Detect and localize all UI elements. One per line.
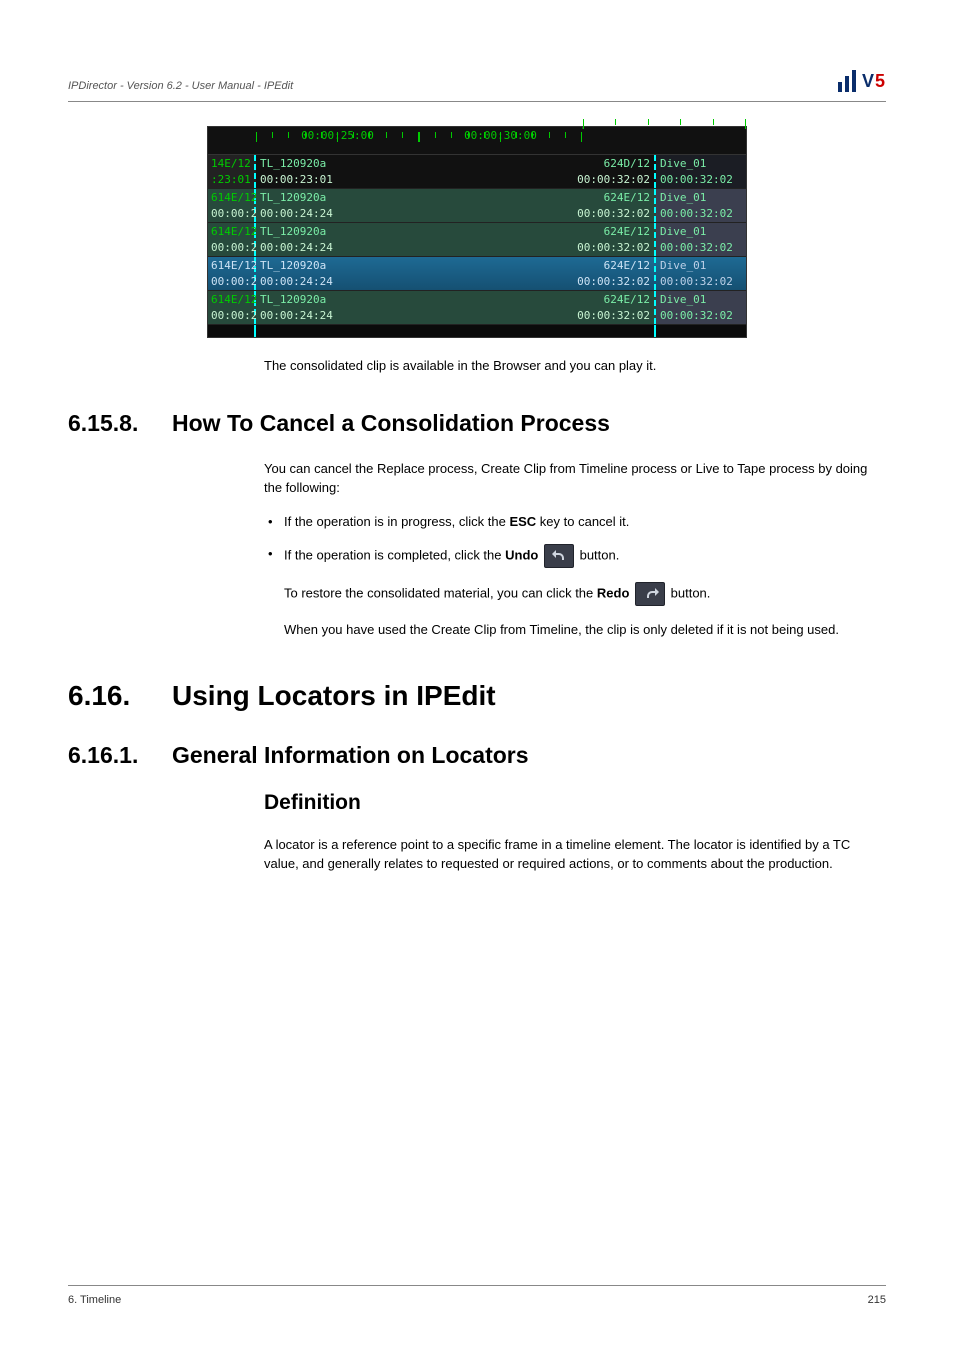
timeline-clip-row: 614E/1200:00:24:24TL_120920a624E/1200:00… bbox=[208, 223, 746, 257]
timeline-screenshot: 00:00:25:00 00:00:30:00 14E/12 :23:01 TL… bbox=[207, 126, 747, 338]
subheading-definition: Definition bbox=[264, 791, 886, 815]
redo-icon bbox=[635, 582, 665, 606]
heading-6-15-8: 6.15.8. How To Cancel a Consolidation Pr… bbox=[68, 410, 886, 437]
page-footer: 6. Timeline 215 bbox=[68, 1285, 886, 1306]
para-redo: To restore the consolidated material, yo… bbox=[284, 582, 886, 606]
timeline-ruler: 00:00:25:00 00:00:30:00 bbox=[208, 127, 746, 155]
page-header: IPDirector - Version 6.2 - User Manual -… bbox=[68, 76, 886, 102]
heading-6-16-1: 6.16.1. General Information on Locators bbox=[68, 742, 886, 769]
para-6-15-8-intro: You can cancel the Replace process, Crea… bbox=[264, 459, 886, 498]
figure-caption: The consolidated clip is available in th… bbox=[264, 356, 886, 376]
timeline-track-header: 14E/12 :23:01 TL_120920a624D/12 00:00:23… bbox=[208, 155, 746, 189]
evs-logo: V5 bbox=[838, 70, 886, 92]
timeline-clip-row: 614E/1200:00:24:24TL_120920a624E/1200:00… bbox=[208, 257, 746, 291]
undo-icon bbox=[544, 544, 574, 568]
heading-6-16: 6.16. Using Locators in IPEdit bbox=[68, 680, 886, 712]
bullet-esc: If the operation is in progress, click t… bbox=[264, 512, 886, 533]
footer-page-number: 215 bbox=[868, 1294, 886, 1306]
track-left-bot: :23:01 bbox=[211, 173, 251, 186]
timeline-clip-row: 614E/1200:00:24:24TL_120920a624E/1200:00… bbox=[208, 291, 746, 325]
header-text: IPDirector - Version 6.2 - User Manual -… bbox=[68, 80, 293, 92]
para-definition: A locator is a reference point to a spec… bbox=[264, 835, 886, 874]
timeline-empty-row bbox=[208, 325, 746, 337]
footer-left: 6. Timeline bbox=[68, 1294, 121, 1306]
timeline-clip-row: 614E/1200:00:24:24TL_120920a624E/1200:00… bbox=[208, 189, 746, 223]
track-left-top: 14E/12 bbox=[211, 157, 251, 170]
bullet-undo: If the operation is completed, click the… bbox=[264, 544, 886, 568]
para-create-clip-note: When you have used the Create Clip from … bbox=[284, 620, 886, 640]
